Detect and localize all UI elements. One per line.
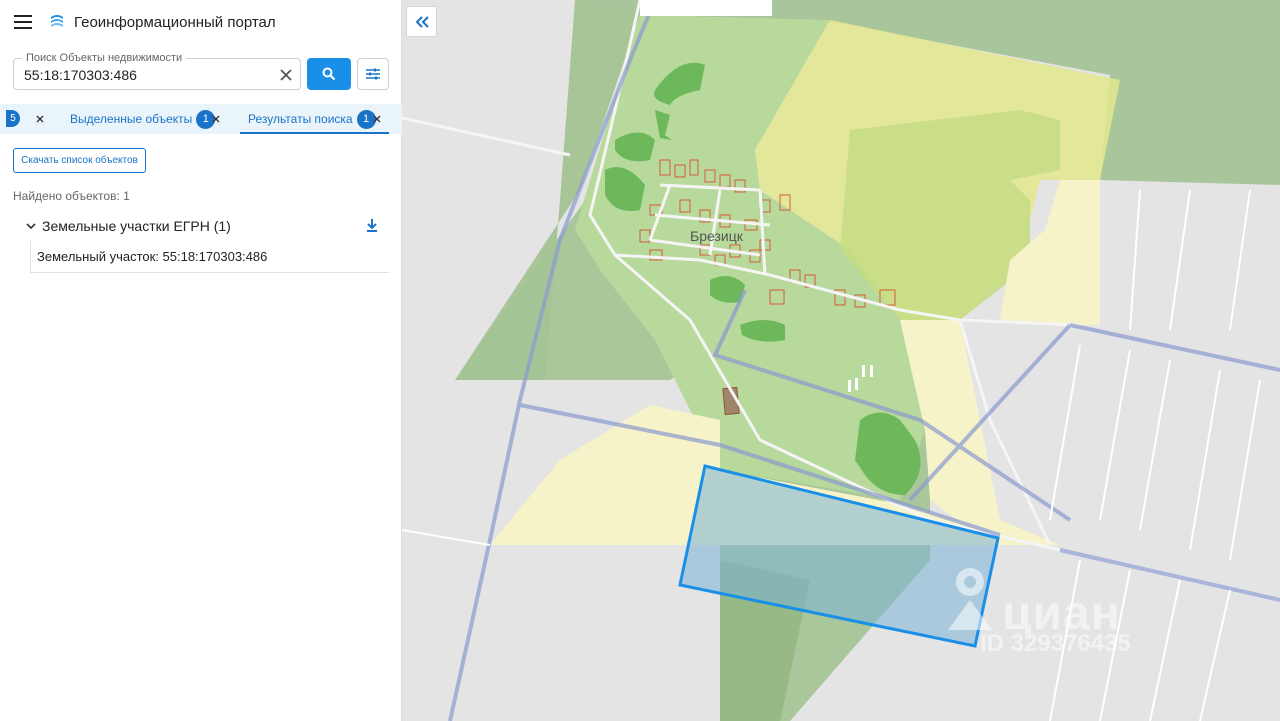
search-button[interactable] [307,58,351,90]
logo-icon [51,15,63,27]
search-field: Поиск Объекты недвижимости [13,52,301,90]
active-tab-indicator [240,132,389,134]
collapse-sidebar-button[interactable] [406,6,437,37]
watermark: циан ID 329376435 [940,560,1180,660]
app-title: Геоинформационный портал [74,14,276,31]
hamburger-menu-icon[interactable] [14,15,32,29]
tab-partial-first[interactable]: 5 [2,110,30,127]
map-view[interactable]: Брезицк циан ID 329376435 [402,0,1280,721]
close-icon[interactable] [371,113,383,125]
watermark-id: ID 329376435 [980,630,1131,657]
chevrons-left-icon [415,15,429,28]
map-top-panel [640,0,772,16]
result-item-label: Земельный участок: 55:18:170303:486 [37,249,268,264]
app-header: Геоинформационный портал [0,0,402,46]
village-label: Брезицк [690,228,743,244]
tab-selected-objects[interactable]: Выделенные объекты 1 [70,104,216,134]
clear-icon[interactable] [276,65,296,85]
tab-count-badge: 5 [6,110,20,127]
download-icon[interactable] [364,217,380,233]
tab-search-results[interactable]: Результаты поиска 1 [248,104,376,134]
result-group-title: Земельные участки ЕГРН (1) [42,218,231,234]
search-input[interactable] [24,65,274,85]
chevron-down-icon [26,223,36,230]
result-item[interactable]: Земельный участок: 55:18:170303:486 [30,241,389,273]
found-count: Найдено объектов: 1 [13,189,130,203]
search-icon [322,67,336,81]
tab-bar: 5 Выделенные объекты 1 Результаты поиска 1 [0,104,402,134]
result-group-header[interactable]: Земельные участки ЕГРН (1) [22,214,390,238]
search-field-label: Поиск Объекты недвижимости [22,52,187,64]
download-list-button[interactable]: Скачать список объектов [13,148,146,173]
close-icon[interactable] [210,113,222,125]
tab-label: Результаты поиска [248,112,353,126]
filter-settings-button[interactable] [357,58,389,90]
tab-label: Выделенные объекты [70,112,193,126]
sliders-icon [366,68,380,80]
sidebar: Геоинформационный портал Поиск Объекты н… [0,0,402,721]
location-pin-icon [948,568,992,630]
close-icon[interactable] [34,113,46,125]
